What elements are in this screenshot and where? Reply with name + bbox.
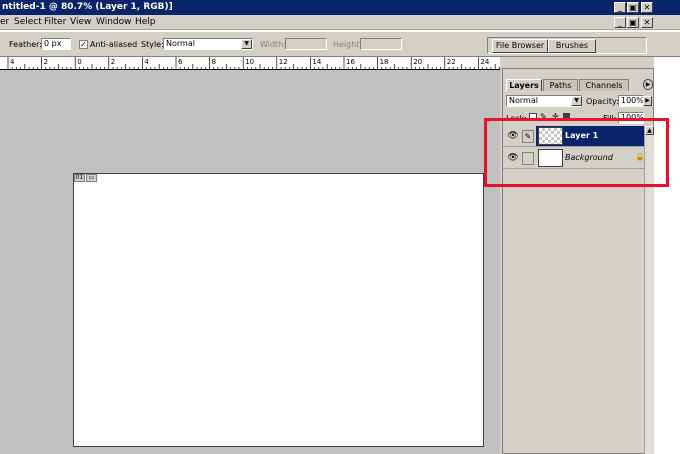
menu-view[interactable]: View [70, 16, 91, 29]
doc-restore-button[interactable]: ▣ [627, 17, 639, 28]
ruler-label: 4 [144, 58, 149, 66]
feather-label: Feather: [9, 40, 42, 49]
doc-mode-icon[interactable]: ▭ [86, 174, 97, 182]
style-label: Style: [141, 40, 164, 49]
opacity-arrow-icon[interactable]: ▶ [643, 96, 652, 106]
ruler-label: 14 [312, 58, 321, 66]
window-title: ntitled-1 @ 80.7% (Layer 1, RGB)] [2, 2, 173, 12]
doc-id-icon: 01 [74, 174, 85, 182]
ruler-label: 12 [279, 58, 288, 66]
document-canvas[interactable] [73, 173, 484, 447]
title-bar: ntitled-1 @ 80.7% (Layer 1, RGB)] _ ▣ ✕ [0, 0, 680, 15]
document-status-icons: 01 ▭ [74, 174, 98, 182]
ruler-label: 4 [10, 58, 15, 66]
tab-layers[interactable]: Layers [506, 79, 542, 91]
tab-paths[interactable]: Paths [543, 79, 578, 91]
width-label: Width: [260, 40, 286, 49]
ruler-label: 24 [480, 58, 489, 66]
minimize-button[interactable]: _ [614, 2, 626, 13]
tab-channels[interactable]: Channels [579, 79, 629, 91]
antialiased-checkbox[interactable]: ✓ [79, 40, 88, 49]
ruler-label: 8 [212, 58, 216, 66]
style-select[interactable]: Normal [163, 38, 253, 50]
palette-menu-arrow-icon[interactable]: ▶ [643, 79, 653, 90]
style-dropdown-arrow-icon[interactable]: ▼ [241, 39, 252, 49]
menu-select[interactable]: Select [14, 16, 42, 29]
options-bar: Feather: 0 px ✓ Anti-aliased Style: Norm… [0, 31, 680, 57]
doc-minimize-button[interactable]: _ [614, 17, 626, 28]
menu-bar: er Select Filter View Window Help _ ▣ ✕ [0, 15, 680, 30]
feather-input[interactable]: 0 px [41, 38, 71, 50]
antialiased-label: Anti-aliased [90, 40, 138, 49]
ruler-label: 0 [77, 58, 81, 66]
ruler-label: 22 [447, 58, 456, 66]
menu-filter[interactable]: Filter [44, 16, 66, 29]
tab-brushes[interactable]: Brushes [548, 39, 596, 53]
width-input [285, 38, 327, 50]
ruler-label: 6 [178, 58, 183, 66]
height-input [360, 38, 402, 50]
annotation-highlight-box [484, 118, 669, 187]
ruler-label: 20 [413, 58, 422, 66]
opacity-input[interactable]: 100% [618, 95, 644, 107]
ruler-label: 10 [245, 58, 254, 66]
menu-window[interactable]: Window [96, 16, 132, 29]
doc-close-button[interactable]: ✕ [641, 17, 653, 28]
restore-button[interactable]: ▣ [627, 2, 639, 13]
menu-help[interactable]: Help [135, 16, 156, 29]
blend-mode-arrow-icon[interactable]: ▼ [571, 96, 582, 106]
ruler-ticks: 4202468101214161820222426283032 [7, 57, 500, 69]
tab-file-browser[interactable]: File Browser [492, 39, 548, 53]
ruler-label: 2 [44, 58, 48, 66]
close-button[interactable]: ✕ [641, 2, 653, 13]
ruler-label: 2 [111, 58, 115, 66]
height-label: Height: [333, 40, 363, 49]
ruler-label: 16 [346, 58, 355, 66]
horizontal-ruler: 4202468101214161820222426283032 [0, 57, 500, 70]
ruler-label: 18 [380, 58, 389, 66]
screen-margin [654, 57, 680, 454]
menu-layer[interactable]: er [0, 16, 9, 29]
opacity-label: Opacity: [586, 97, 619, 106]
